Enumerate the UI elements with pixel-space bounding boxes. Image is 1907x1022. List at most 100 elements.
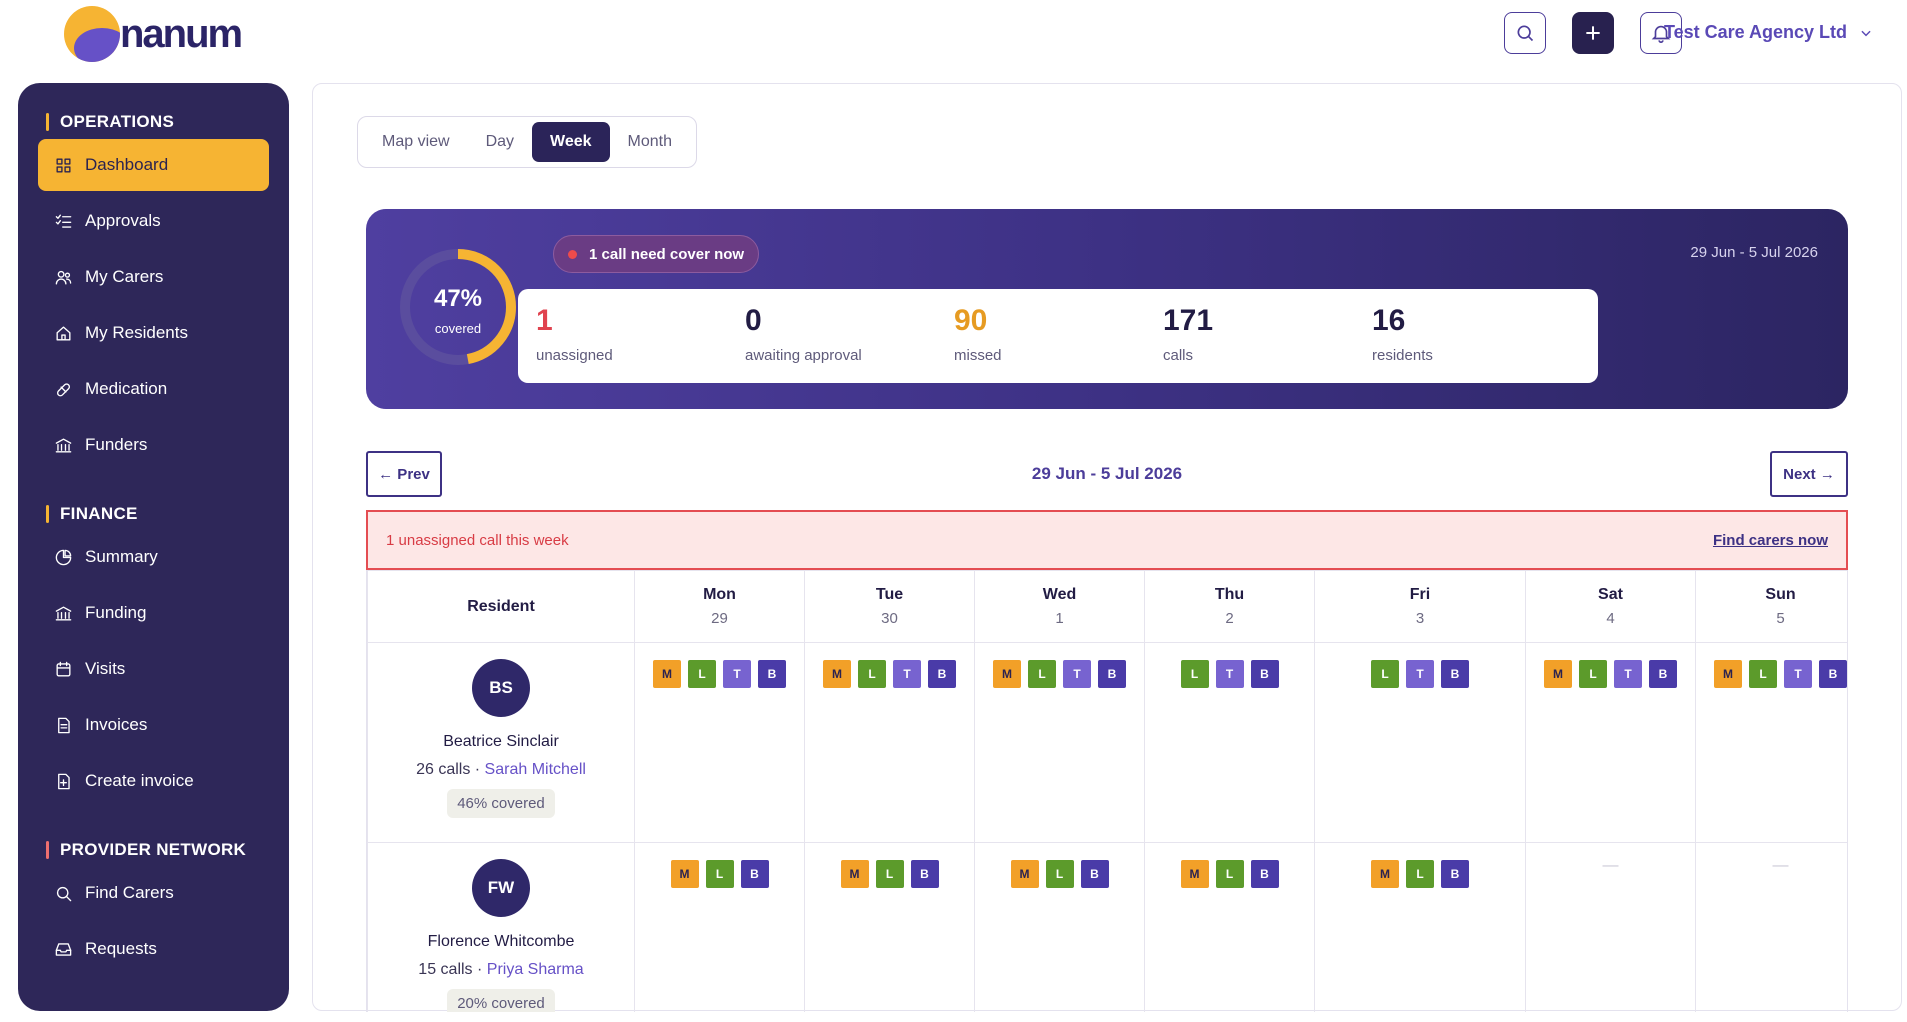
agency-switcher[interactable]: Test Care Agency Ltd [1664, 22, 1873, 43]
meta-separator: · [470, 761, 485, 778]
call-chip-M[interactable]: M [670, 860, 699, 888]
call-chip-B[interactable]: B [1441, 660, 1469, 688]
sidebar-item-invoices[interactable]: Invoices [38, 699, 269, 751]
sidebar-item-funding[interactable]: Funding [38, 587, 269, 639]
day-name: Mon [703, 586, 736, 603]
call-chip-L[interactable]: L [1045, 860, 1074, 888]
call-chip-B[interactable]: B [910, 860, 939, 888]
assigned-carer[interactable]: Sarah Mitchell [485, 761, 586, 778]
sidebar-item-label: My Residents [85, 323, 188, 342]
day-cell: MLTB [804, 642, 975, 843]
tab-month[interactable]: Month [610, 122, 690, 162]
stat-card-residents[interactable]: 16 residents [1354, 289, 1598, 383]
day-number: 29 [711, 610, 728, 627]
call-chip-M[interactable]: M [1010, 860, 1039, 888]
day-header-tue: Tue 30 [804, 570, 975, 643]
next-week-button[interactable]: Next → [1770, 451, 1848, 497]
find-carers-link[interactable]: Find carers now [1713, 532, 1828, 549]
call-chip-L[interactable]: L [1579, 660, 1607, 688]
sidebar-item-my-residents[interactable]: My Residents [38, 307, 269, 359]
day-cell: LTB [1144, 642, 1315, 843]
cover-alert-pill[interactable]: 1 call need cover now [553, 235, 760, 273]
call-chip-L[interactable]: L [1371, 660, 1399, 688]
avatar[interactable]: BS [472, 659, 530, 717]
sidebar-item-label: Find Carers [85, 883, 174, 902]
resident-call-count: 15 calls [418, 961, 473, 978]
sidebar-item-create-invoice[interactable]: Create invoice [38, 755, 269, 807]
call-chip-B[interactable]: B [1649, 660, 1677, 688]
call-chip-B[interactable]: B [758, 660, 786, 688]
stat-label: awaiting approval [745, 347, 862, 364]
day-number: 4 [1606, 610, 1615, 627]
call-chip-M[interactable]: M [1180, 860, 1209, 888]
call-chip-B[interactable]: B [1250, 660, 1279, 688]
call-chip-L[interactable]: L [875, 860, 904, 888]
resident-cell: BS Beatrice Sinclair 26 calls · Sarah Mitc… [367, 642, 635, 843]
sidebar-item-visits[interactable]: Visits [38, 643, 269, 695]
tab-week[interactable]: Week [532, 122, 610, 162]
call-chip-T[interactable]: T [1614, 660, 1642, 688]
resident-name[interactable]: Beatrice Sinclair [368, 733, 634, 751]
assigned-carer[interactable]: Priya Sharma [487, 961, 584, 978]
call-chip-B[interactable]: B [1098, 660, 1126, 688]
stat-card-unassigned[interactable]: 1 unassigned [518, 289, 762, 383]
tab-map-view[interactable]: Map view [364, 122, 468, 162]
call-chip-M[interactable]: M [840, 860, 869, 888]
call-chips: MLTB [805, 643, 974, 688]
avatar[interactable]: FW [472, 859, 530, 917]
prev-week-button[interactable]: ← Prev [366, 451, 442, 497]
main-panel: Map view Day Week Month 47% covered 1 call … [312, 83, 1902, 1012]
call-chip-L[interactable]: L [1180, 660, 1209, 688]
call-chip-T[interactable]: T [893, 660, 921, 688]
section-accent-bar [46, 505, 49, 523]
call-chip-L[interactable]: L [1749, 660, 1777, 688]
call-chip-L[interactable]: L [705, 860, 734, 888]
call-chip-L[interactable]: L [1215, 860, 1244, 888]
sidebar-item-requests[interactable]: Requests [38, 923, 269, 975]
call-chip-T[interactable]: T [723, 660, 751, 688]
call-chip-T[interactable]: T [1406, 660, 1434, 688]
call-chip-M[interactable]: M [993, 660, 1021, 688]
call-chip-B[interactable]: B [928, 660, 956, 688]
sidebar-item-find-carers[interactable]: Find Carers [38, 867, 269, 919]
add-button[interactable] [1572, 12, 1614, 54]
call-chip-B[interactable]: B [1250, 860, 1279, 888]
tab-day[interactable]: Day [468, 122, 532, 162]
inbox-icon [55, 942, 72, 956]
sidebar-item-approvals[interactable]: Approvals [38, 195, 269, 247]
call-chip-T[interactable]: T [1784, 660, 1812, 688]
sidebar-item-label: Create invoice [85, 771, 194, 790]
call-chip-B[interactable]: B [740, 860, 769, 888]
call-chip-T[interactable]: T [1063, 660, 1091, 688]
stat-card-calls[interactable]: 171 calls [1145, 289, 1389, 383]
stat-card-missed[interactable]: 90 missed [936, 289, 1180, 383]
stat-card-awaiting-approval[interactable]: 0 awaiting approval [727, 289, 971, 383]
call-chip-M[interactable]: M [1371, 860, 1399, 888]
day-header-mon: Mon 29 [634, 570, 805, 643]
no-calls-mark: — [1602, 857, 1619, 874]
sidebar-item-summary[interactable]: Summary [38, 531, 269, 583]
sidebar-item-dashboard[interactable]: Dashboard [38, 139, 269, 191]
call-chip-L[interactable]: L [1406, 860, 1434, 888]
call-chip-B[interactable]: B [1819, 660, 1847, 688]
sidebar-item-funders[interactable]: Funders [38, 419, 269, 471]
sidebar-item-label: Summary [85, 547, 158, 566]
call-chip-L[interactable]: L [1028, 660, 1056, 688]
call-chip-M[interactable]: M [1714, 660, 1742, 688]
sidebar-item-medication[interactable]: Medication [38, 363, 269, 415]
call-chip-L[interactable]: L [688, 660, 716, 688]
call-chip-T[interactable]: T [1215, 660, 1244, 688]
call-chip-B[interactable]: B [1441, 860, 1469, 888]
day-name: Tue [875, 586, 904, 603]
brand-logo[interactable]: nanum [64, 6, 264, 64]
sidebar-item-my-carers[interactable]: My Carers [38, 251, 269, 303]
call-chip-B[interactable]: B [1080, 860, 1109, 888]
resident-meta: 15 calls · Priya Sharma [368, 961, 634, 979]
coverage-percent: 47% [433, 285, 483, 312]
call-chip-M[interactable]: M [823, 660, 851, 688]
resident-name[interactable]: Florence Whitcombe [368, 933, 634, 951]
call-chip-M[interactable]: M [653, 660, 681, 688]
search-button[interactable] [1504, 12, 1546, 54]
call-chip-M[interactable]: M [1544, 660, 1572, 688]
call-chip-L[interactable]: L [858, 660, 886, 688]
